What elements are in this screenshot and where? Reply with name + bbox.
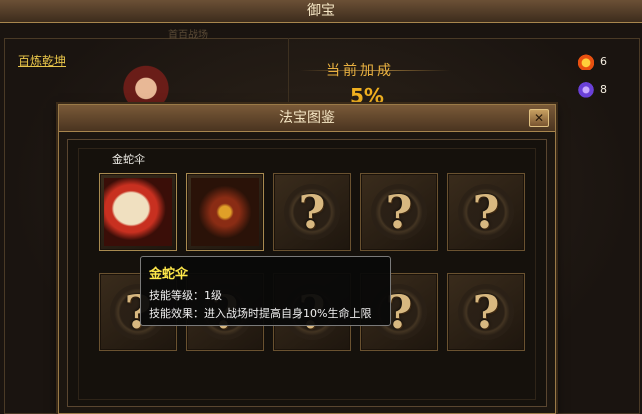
treasure-slot-locked[interactable]: ? — [273, 173, 351, 251]
resource-fire: 6 — [578, 52, 607, 70]
tooltip-skill-level: 技能等级：1级 — [149, 289, 222, 302]
totem-icon — [191, 178, 259, 246]
close-button[interactable]: ✕ — [529, 109, 549, 127]
window-title: 御宝 — [0, 0, 642, 23]
fire-icon — [578, 52, 594, 70]
bonus-label: 当前加成 — [326, 63, 394, 79]
resource-fire-value: 6 — [600, 54, 607, 68]
treasure-slot-locked[interactable]: ? — [447, 273, 525, 351]
question-mark-icon: ? — [472, 285, 500, 339]
question-mark-icon: ? — [385, 185, 413, 239]
treasure-slot-totem[interactable] — [186, 173, 264, 251]
treasure-slot-locked[interactable]: ? — [447, 173, 525, 251]
question-mark-icon: ? — [298, 185, 326, 239]
purple-gem-icon — [578, 80, 594, 98]
resource-gem: 8 — [578, 80, 607, 98]
slot-caption: 金蛇伞 — [112, 153, 145, 166]
item-tooltip: 金蛇伞 技能等级：1级 技能效果：进入战场时提高自身10%生命上限 — [140, 256, 391, 326]
question-mark-icon: ? — [472, 185, 500, 239]
resource-gem-value: 8 — [600, 82, 607, 96]
character-avatar — [120, 62, 172, 106]
tooltip-title: 金蛇伞 — [149, 267, 189, 282]
tooltip-skill-effect: 技能效果：进入战场时提高自身10%生命上限 — [149, 307, 372, 320]
treasure-slot-locked[interactable]: ? — [360, 173, 438, 251]
dialog-title: 法宝图鉴 — [59, 105, 555, 132]
treasure-slot-golden-snake-umbrella[interactable] — [99, 173, 177, 251]
baixian-qiankun-link[interactable]: 百炼乾坤 — [18, 52, 66, 69]
background-tab-label: 首百战场 — [168, 30, 208, 41]
umbrella-icon — [104, 178, 172, 246]
